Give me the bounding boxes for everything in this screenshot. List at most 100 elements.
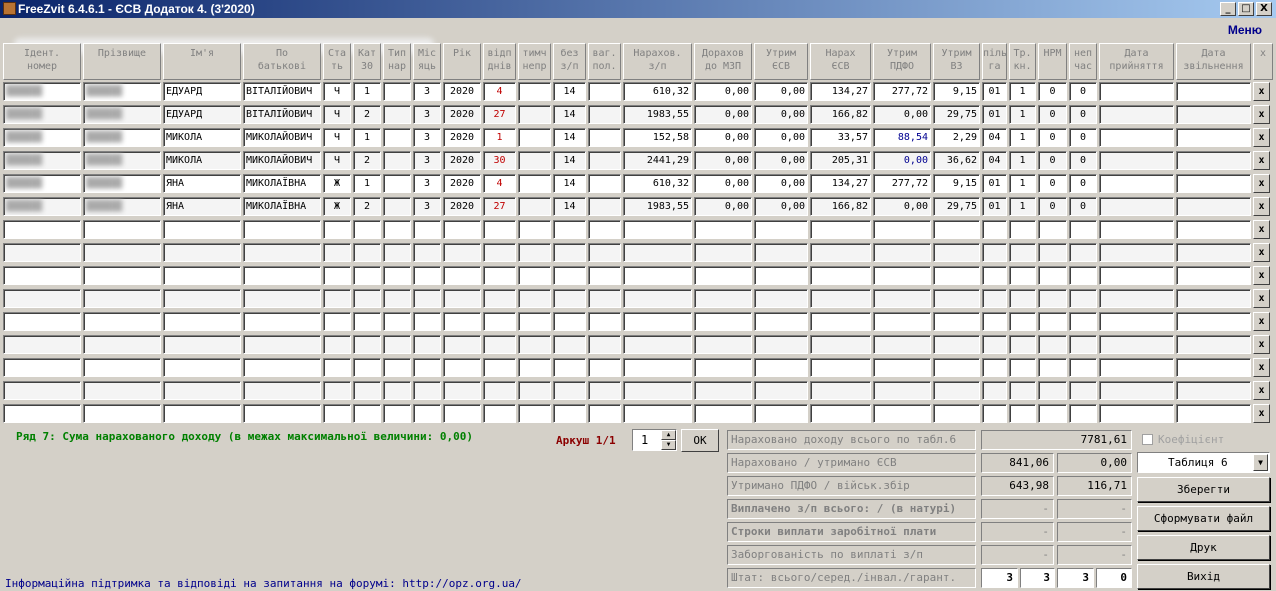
sheet-spinner[interactable]: 1 ▲ ▼ — [632, 429, 677, 451]
cell-name[interactable] — [163, 358, 241, 377]
cell-surname[interactable] — [83, 312, 161, 331]
cell-workbook[interactable] — [1009, 243, 1036, 262]
cell-unpaid[interactable]: 14 — [553, 128, 586, 147]
cell-esv-accrued[interactable]: 166,82 — [810, 105, 871, 124]
cell-sex[interactable] — [323, 266, 351, 285]
cell-type[interactable] — [383, 358, 411, 377]
cell-month[interactable] — [413, 312, 441, 331]
cell-benefit[interactable] — [982, 289, 1007, 308]
cell-vz[interactable]: 29,75 — [933, 197, 980, 216]
cell-workbook[interactable]: 1 — [1009, 151, 1036, 170]
cell-temp-disab[interactable] — [518, 266, 551, 285]
delete-row-button[interactable]: x — [1253, 243, 1270, 262]
delete-row-button[interactable]: x — [1253, 151, 1270, 170]
cell-vz[interactable] — [933, 381, 980, 400]
cell-salary[interactable]: 1983,55 — [623, 197, 692, 216]
cell-esv-withheld[interactable] — [754, 358, 808, 377]
cell-vac-days[interactable] — [483, 358, 516, 377]
cell-cat[interactable] — [353, 266, 381, 285]
cell-benefit[interactable]: 01 — [982, 197, 1007, 216]
cell-temp-disab[interactable] — [518, 220, 551, 239]
cell-esv-accrued[interactable] — [810, 381, 871, 400]
cell-dismiss-date[interactable] — [1176, 82, 1251, 101]
cell-cat[interactable] — [353, 335, 381, 354]
cell-workbook[interactable]: 1 — [1009, 174, 1036, 193]
cell-id[interactable]: ██████ — [3, 174, 81, 193]
cell-parttime[interactable]: 0 — [1069, 174, 1097, 193]
cell-esv-accrued[interactable] — [810, 312, 871, 331]
cell-esv-withheld[interactable] — [754, 381, 808, 400]
cell-nrm[interactable] — [1038, 220, 1067, 239]
cell-esv-accrued[interactable]: 205,31 — [810, 151, 871, 170]
cell-hire-date[interactable] — [1099, 82, 1174, 101]
cell-name[interactable]: МИКОЛА — [163, 128, 241, 147]
cell-id[interactable]: ██████ — [3, 151, 81, 170]
cell-esv-withheld[interactable]: 0,00 — [754, 105, 808, 124]
save-button[interactable]: Зберегти — [1137, 477, 1270, 502]
cell-nrm[interactable] — [1038, 312, 1067, 331]
cell-year[interactable]: 2020 — [443, 105, 481, 124]
cell-name[interactable] — [163, 266, 241, 285]
cell-month[interactable] — [413, 358, 441, 377]
cell-preg[interactable] — [588, 197, 621, 216]
cell-sex[interactable]: Ч — [323, 128, 351, 147]
cell-type[interactable] — [383, 197, 411, 216]
cell-vac-days[interactable] — [483, 381, 516, 400]
delete-row-button[interactable]: x — [1253, 220, 1270, 239]
cell-parttime[interactable]: 0 — [1069, 151, 1097, 170]
cell-year[interactable] — [443, 404, 481, 423]
form-file-button[interactable]: Сформувати файл — [1137, 506, 1270, 531]
cell-extra-mzp[interactable] — [694, 312, 752, 331]
cell-cat[interactable] — [353, 220, 381, 239]
delete-row-button[interactable]: x — [1253, 289, 1270, 308]
cell-unpaid[interactable] — [553, 220, 586, 239]
cell-unpaid[interactable] — [553, 358, 586, 377]
delete-row-button[interactable]: x — [1253, 174, 1270, 193]
cell-hire-date[interactable] — [1099, 151, 1174, 170]
maximize-button[interactable]: □ — [1238, 2, 1254, 16]
cell-name[interactable] — [163, 404, 241, 423]
cell-parttime[interactable] — [1069, 312, 1097, 331]
cell-sex[interactable]: Ч — [323, 151, 351, 170]
cell-esv-accrued[interactable] — [810, 358, 871, 377]
cell-nrm[interactable] — [1038, 404, 1067, 423]
cell-pdfo[interactable]: 0,00 — [873, 197, 931, 216]
delete-row-button[interactable]: x — [1253, 404, 1270, 423]
cell-vz[interactable]: 36,62 — [933, 151, 980, 170]
cell-benefit[interactable] — [982, 381, 1007, 400]
cell-parttime[interactable]: 0 — [1069, 128, 1097, 147]
cell-pdfo[interactable] — [873, 381, 931, 400]
cell-patronymic[interactable] — [243, 335, 321, 354]
cell-esv-accrued[interactable] — [810, 289, 871, 308]
cell-month[interactable]: 3 — [413, 151, 441, 170]
cell-hire-date[interactable] — [1099, 335, 1174, 354]
cell-month[interactable] — [413, 381, 441, 400]
cell-parttime[interactable] — [1069, 381, 1097, 400]
cell-cat[interactable]: 1 — [353, 174, 381, 193]
cell-esv-withheld[interactable] — [754, 220, 808, 239]
staff-disabled[interactable]: 3 — [1057, 568, 1094, 588]
cell-name[interactable]: ЯНА — [163, 197, 241, 216]
cell-name[interactable]: ЕДУАРД — [163, 105, 241, 124]
cell-dismiss-date[interactable] — [1176, 358, 1251, 377]
cell-preg[interactable] — [588, 312, 621, 331]
cell-surname[interactable] — [83, 404, 161, 423]
cell-id[interactable] — [3, 220, 81, 239]
cell-unpaid[interactable] — [553, 312, 586, 331]
cell-preg[interactable] — [588, 243, 621, 262]
cell-extra-mzp[interactable]: 0,00 — [694, 105, 752, 124]
cell-sex[interactable]: Ж — [323, 174, 351, 193]
cell-surname[interactable] — [83, 381, 161, 400]
cell-nrm[interactable]: 0 — [1038, 151, 1067, 170]
cell-cat[interactable] — [353, 381, 381, 400]
cell-id[interactable] — [3, 312, 81, 331]
cell-dismiss-date[interactable] — [1176, 335, 1251, 354]
cell-temp-disab[interactable] — [518, 381, 551, 400]
cell-surname[interactable] — [83, 220, 161, 239]
cell-cat[interactable] — [353, 358, 381, 377]
cell-hire-date[interactable] — [1099, 404, 1174, 423]
cell-id[interactable] — [3, 358, 81, 377]
delete-row-button[interactable]: x — [1253, 128, 1270, 147]
cell-sex[interactable] — [323, 220, 351, 239]
spin-up-icon[interactable]: ▲ — [661, 430, 676, 440]
